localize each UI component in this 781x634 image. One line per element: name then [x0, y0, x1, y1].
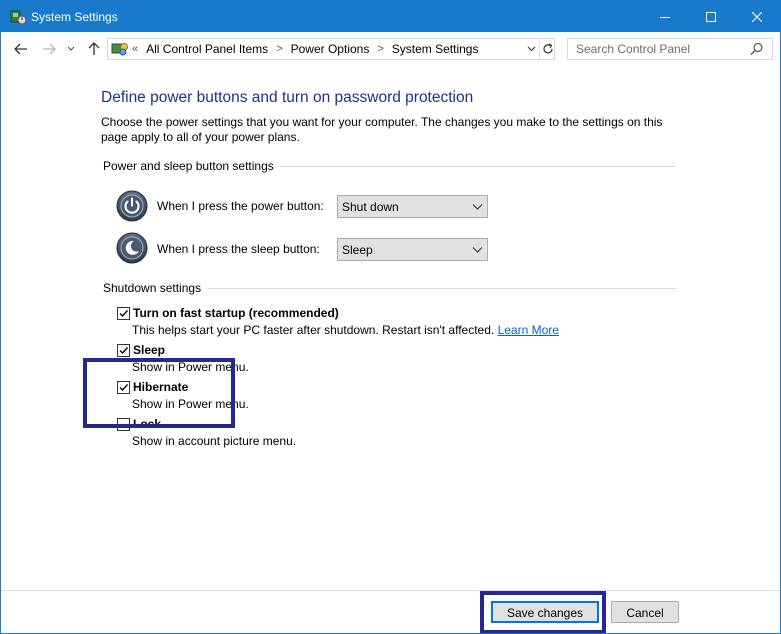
shutdown-group-title: Shutdown settings — [103, 281, 202, 295]
breadcrumb-all-control-panel-items[interactable]: All Control Panel Items — [146, 42, 268, 56]
recent-locations-chevron-icon[interactable] — [65, 40, 77, 58]
search-input[interactable] — [568, 39, 756, 59]
sleep-option-label[interactable]: Sleep — [133, 343, 165, 357]
save-changes-button[interactable]: Save changes — [491, 601, 599, 623]
power-button-action-select[interactable]: Shut down — [337, 195, 488, 218]
refresh-icon[interactable] — [539, 39, 556, 59]
search-box[interactable] — [567, 38, 773, 60]
chevron-down-icon — [472, 244, 483, 255]
fast-startup-label[interactable]: Turn on fast startup (recommended) — [133, 306, 339, 320]
group-divider — [208, 288, 676, 289]
forward-arrow-icon[interactable] — [40, 40, 58, 58]
sleep-button-label: When I press the sleep button: — [157, 242, 320, 256]
minimize-button[interactable] — [642, 1, 688, 32]
close-button[interactable] — [734, 1, 780, 32]
power-button-action-value: Shut down — [342, 200, 399, 214]
sleep-checkbox[interactable] — [117, 344, 130, 357]
fast-startup-description-text: This helps start your PC faster after sh… — [132, 323, 495, 337]
sleep-button-action-value: Sleep — [342, 243, 373, 257]
breadcrumb-separator-icon[interactable]: > — [377, 43, 383, 55]
sleep-button-icon — [116, 232, 148, 264]
hibernate-option-label[interactable]: Hibernate — [133, 380, 188, 394]
lock-option-label[interactable]: Lock — [133, 417, 161, 431]
power-button-label: When I press the power button: — [157, 199, 324, 213]
cancel-button[interactable]: Cancel — [611, 601, 679, 623]
group-divider — [279, 166, 676, 167]
maximize-button[interactable] — [688, 1, 734, 32]
lock-checkbox[interactable] — [117, 418, 130, 431]
footer-divider — [1, 590, 780, 591]
breadcrumb-overflow[interactable]: « — [132, 43, 138, 55]
chevron-down-icon — [472, 201, 483, 212]
lock-option-description: Show in account picture menu. — [132, 434, 297, 448]
breadcrumb: « All Control Panel Items > Power Option… — [132, 39, 478, 59]
page-title: Define power buttons and turn on passwor… — [101, 89, 474, 106]
window-title: System Settings — [31, 10, 118, 24]
fast-startup-description: This helps start your PC faster after sh… — [132, 323, 559, 337]
breadcrumb-power-options[interactable]: Power Options — [291, 42, 370, 56]
up-arrow-icon[interactable] — [85, 40, 103, 58]
breadcrumb-system-settings[interactable]: System Settings — [392, 42, 479, 56]
page-description: Choose the power settings that you want … — [101, 115, 663, 144]
control-panel-icon — [111, 41, 129, 57]
hibernate-checkbox[interactable] — [117, 381, 130, 394]
fast-startup-checkbox[interactable] — [117, 307, 130, 320]
search-icon[interactable] — [750, 42, 764, 56]
navigation-bar: « All Control Panel Items > Power Option… — [1, 32, 780, 66]
learn-more-link[interactable]: Learn More — [498, 323, 559, 337]
power-sleep-group-title: Power and sleep button settings — [103, 159, 274, 173]
hibernate-option-description: Show in Power menu. — [132, 397, 249, 411]
address-dropdown-chevron-icon[interactable] — [524, 40, 538, 58]
system-settings-window: System Settings « All Control Panel Item… — [0, 0, 781, 634]
breadcrumb-separator-icon[interactable]: > — [276, 43, 282, 55]
address-bar[interactable]: « All Control Panel Items > Power Option… — [107, 38, 555, 60]
title-bar[interactable]: System Settings — [1, 1, 780, 32]
sleep-button-action-select[interactable]: Sleep — [337, 238, 488, 261]
power-options-icon — [9, 8, 27, 26]
sleep-option-description: Show in Power menu. — [132, 360, 249, 374]
power-button-icon — [116, 190, 148, 222]
back-arrow-icon[interactable] — [12, 40, 30, 58]
